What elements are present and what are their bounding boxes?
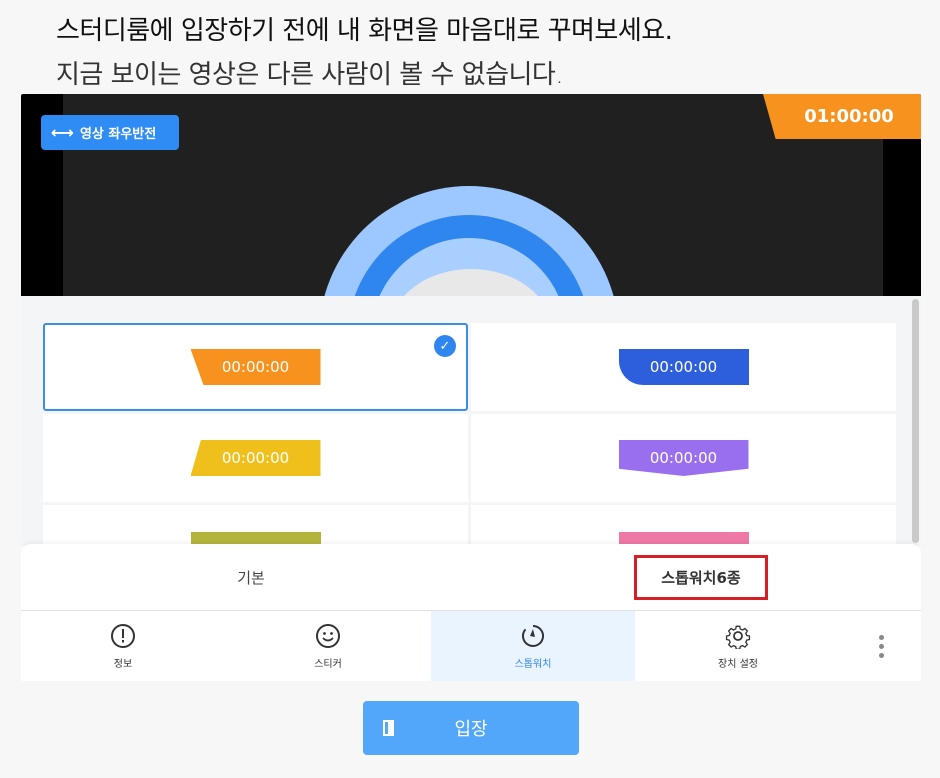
page-subheading: 지금 보이는 영상은 다른 사람이 볼 수 없습니다.: [56, 60, 564, 90]
more-vertical-icon: [878, 634, 884, 658]
nav-device-label: 장치 설정: [718, 658, 758, 670]
page-heading: 스터디룸에 입장하기 전에 내 화면을 마음대로 꾸며보세요.: [56, 16, 673, 46]
nav-stopwatch-label: 스톱워치: [514, 658, 552, 670]
nav-info[interactable]: 정보: [21, 611, 225, 681]
smiley-icon: [316, 623, 340, 648]
page-root: 스터디룸에 입장하기 전에 내 화면을 마음대로 꾸며보세요. 지금 보이는 영…: [0, 0, 940, 778]
stopwatch-style-picker: 00:00:00 ✓ 00:00:00 00:00:00 00:00:00 00…: [21, 296, 921, 546]
nav-device-settings[interactable]: 장치 설정: [635, 611, 841, 681]
setup-panel: ⟷ 영상 좌우반전 01:00:00 00:00:00 ✓ 00:00:00 0…: [21, 94, 921, 681]
style-preview-blue: 00:00:00: [618, 349, 749, 385]
nav-sticker-label: 스티커: [314, 658, 342, 670]
style-tabs: 기본 스톱워치6종: [21, 544, 921, 610]
video-preview: ⟷ 영상 좌우반전 01:00:00: [21, 94, 921, 296]
style-option-yellow[interactable]: 00:00:00: [43, 414, 468, 502]
flip-video-button[interactable]: ⟷ 영상 좌우반전: [41, 115, 179, 150]
door-icon: [383, 720, 394, 736]
nav-sticker[interactable]: 스티커: [225, 611, 431, 681]
tab-stopwatch-styles[interactable]: 스톱워치6종: [481, 544, 921, 610]
enter-button-label: 입장: [454, 719, 488, 740]
enter-room-button[interactable]: 입장: [363, 701, 579, 755]
stopwatch-icon: [522, 624, 545, 647]
bottom-nav: 정보 스티커 스톱워치 장치 설정: [21, 610, 921, 681]
flip-video-label: 영상 좌우반전: [79, 127, 157, 142]
tab-stopwatch-label: 스톱워치6종: [634, 554, 768, 600]
style-preview-purple: 00:00:00: [618, 440, 749, 476]
check-icon: ✓: [434, 335, 456, 357]
swap-arrows-icon: ⟷: [51, 123, 74, 142]
style-option-purple[interactable]: 00:00:00: [471, 414, 896, 502]
style-option-pink[interactable]: 00:00:00: [471, 505, 896, 546]
style-option-olive[interactable]: 00:00:00: [43, 505, 468, 546]
timer-badge: 01:00:00: [763, 94, 921, 139]
info-icon: [111, 623, 135, 648]
nav-stopwatch[interactable]: 스톱워치: [431, 611, 635, 681]
style-option-orange[interactable]: 00:00:00 ✓: [43, 323, 468, 411]
tab-basic[interactable]: 기본: [21, 544, 481, 610]
style-preview-orange: 00:00:00: [190, 349, 321, 385]
gear-icon: [725, 625, 751, 649]
nav-info-label: 정보: [113, 658, 133, 670]
picker-scrollbar[interactable]: [912, 299, 919, 543]
more-menu-button[interactable]: [841, 611, 921, 681]
style-option-blue[interactable]: 00:00:00: [471, 323, 896, 411]
style-preview-yellow: 00:00:00: [190, 440, 321, 476]
